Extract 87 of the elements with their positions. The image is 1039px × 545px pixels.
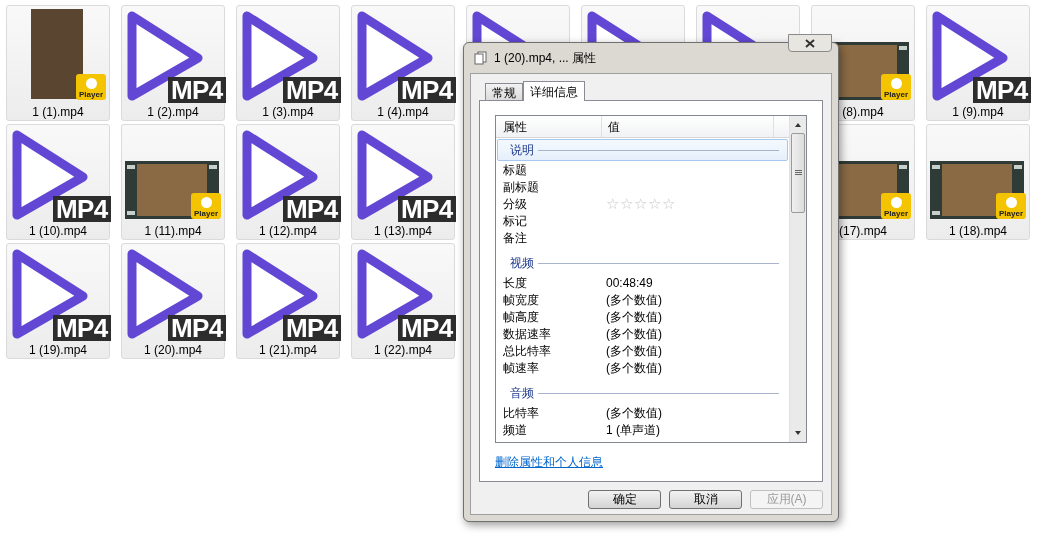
remove-properties-link[interactable]: 删除属性和个人信息	[495, 453, 603, 471]
file-type-label: MP4	[398, 77, 456, 103]
group-name: 音频	[510, 385, 534, 402]
tab[interactable]: 详细信息	[523, 81, 585, 101]
property-name: 帧宽度	[502, 291, 540, 309]
file-name: 1 (18).mp4	[948, 223, 1008, 240]
file-name: (17).mp4	[838, 223, 888, 240]
file-type-label: MP4	[283, 77, 341, 103]
property-name: 备注	[502, 229, 528, 247]
file-name: 1 (22).mp4	[373, 342, 433, 359]
property-name: 比特率	[502, 404, 540, 422]
file-tile[interactable]: MP4 1 (21).mp4	[236, 243, 340, 359]
file-tile[interactable]: MP4 1 (22).mp4	[351, 243, 455, 359]
file-name: 1 (12).mp4	[258, 223, 318, 240]
scrollbar[interactable]	[789, 116, 806, 442]
property-value: (多个数值)	[605, 342, 662, 360]
file-name: 1 (3).mp4	[261, 104, 315, 121]
scrollbar-thumb[interactable]	[791, 133, 805, 213]
file-tile[interactable]: MP4 1 (13).mp4	[351, 124, 455, 240]
file-name: 1 (13).mp4	[373, 223, 433, 240]
property-name: 数据速率	[502, 325, 552, 343]
player-badge: Player	[76, 74, 106, 100]
column-header[interactable]: 值	[602, 116, 774, 137]
property-name: 标记	[502, 212, 528, 230]
file-name: 1 (9).mp4	[951, 104, 1005, 121]
dialog-button[interactable]: 确定	[588, 490, 661, 509]
file-name: (8).mp4	[841, 104, 885, 121]
file-tile[interactable]: MP4 1 (9).mp4	[926, 5, 1030, 121]
file-name: 1 (10).mp4	[28, 223, 88, 240]
file-type-label: MP4	[398, 315, 456, 341]
group-header[interactable]: 音频	[497, 382, 788, 404]
property-value: (多个数值)	[605, 291, 662, 309]
property-value: 00:48:49	[605, 274, 653, 292]
file-tile[interactable]: MP4 1 (3).mp4	[236, 5, 340, 121]
group-name: 视频	[510, 255, 534, 272]
file-tile[interactable]: MP4 1 (20).mp4	[121, 243, 225, 359]
file-type-label: MP4	[398, 196, 456, 222]
file-tile[interactable]: Player 1 (18).mp4	[926, 124, 1030, 240]
property-name: 帧速率	[502, 359, 540, 377]
player-badge: Player	[191, 193, 221, 219]
player-badge: Player	[996, 193, 1026, 219]
file-type-label: MP4	[283, 196, 341, 222]
column-header[interactable]: 属性	[496, 116, 602, 137]
property-value: (多个数值)	[605, 359, 662, 377]
property-value: (多个数值)	[605, 308, 662, 326]
window-title: 1 (20).mp4, ... 属性	[494, 50, 597, 67]
property-value: (多个数值)	[605, 325, 662, 343]
property-name: 分级	[502, 195, 528, 213]
file-name: 1 (4).mp4	[376, 104, 430, 121]
group-name: 说明	[510, 142, 534, 159]
property-name: 副标题	[502, 178, 540, 196]
group-header[interactable]: 视频	[497, 252, 788, 274]
property-name: 长度	[502, 274, 528, 292]
tab[interactable]: 常规	[485, 83, 523, 100]
file-type-label: MP4	[973, 77, 1031, 103]
file-tile[interactable]: MP4 1 (4).mp4	[351, 5, 455, 121]
property-name: 帧高度	[502, 308, 540, 326]
documents-icon	[474, 51, 488, 65]
file-name: 1 (21).mp4	[258, 342, 318, 359]
property-value: (多个数值)	[605, 404, 662, 422]
close-button[interactable]	[788, 34, 832, 52]
property-name: 总比特率	[502, 342, 552, 360]
file-name: 1 (20).mp4	[143, 342, 203, 359]
close-icon	[805, 38, 815, 48]
property-name: 标题	[502, 161, 528, 179]
file-type-label: MP4	[283, 315, 341, 341]
file-name: 1 (11).mp4	[143, 223, 203, 240]
player-badge: Player	[881, 74, 911, 100]
file-name: 1 (1).mp4	[31, 104, 85, 121]
property-value: 1 (单声道)	[605, 421, 660, 439]
file-tile[interactable]: MP4 1 (2).mp4	[121, 5, 225, 121]
file-tile[interactable]: Player 1 (11).mp4	[121, 124, 225, 240]
player-badge: Player	[881, 193, 911, 219]
file-type-label: MP4	[168, 77, 226, 103]
file-tile[interactable]: MP4 1 (19).mp4	[6, 243, 110, 359]
grip-icon	[794, 170, 802, 176]
file-name: 1 (2).mp4	[146, 104, 200, 121]
file-tile[interactable]: Player 1 (1).mp4	[6, 5, 110, 121]
group-header[interactable]: 说明	[497, 139, 788, 161]
file-name: 1 (19).mp4	[28, 342, 88, 359]
property-name: 频道	[502, 421, 528, 439]
file-type-label: MP4	[53, 315, 111, 341]
file-tile[interactable]: MP4 1 (10).mp4	[6, 124, 110, 240]
file-type-label: MP4	[168, 315, 226, 341]
dialog-button[interactable]: 取消	[669, 490, 742, 509]
file-tile[interactable]: MP4 1 (12).mp4	[236, 124, 340, 240]
file-type-label: MP4	[53, 196, 111, 222]
